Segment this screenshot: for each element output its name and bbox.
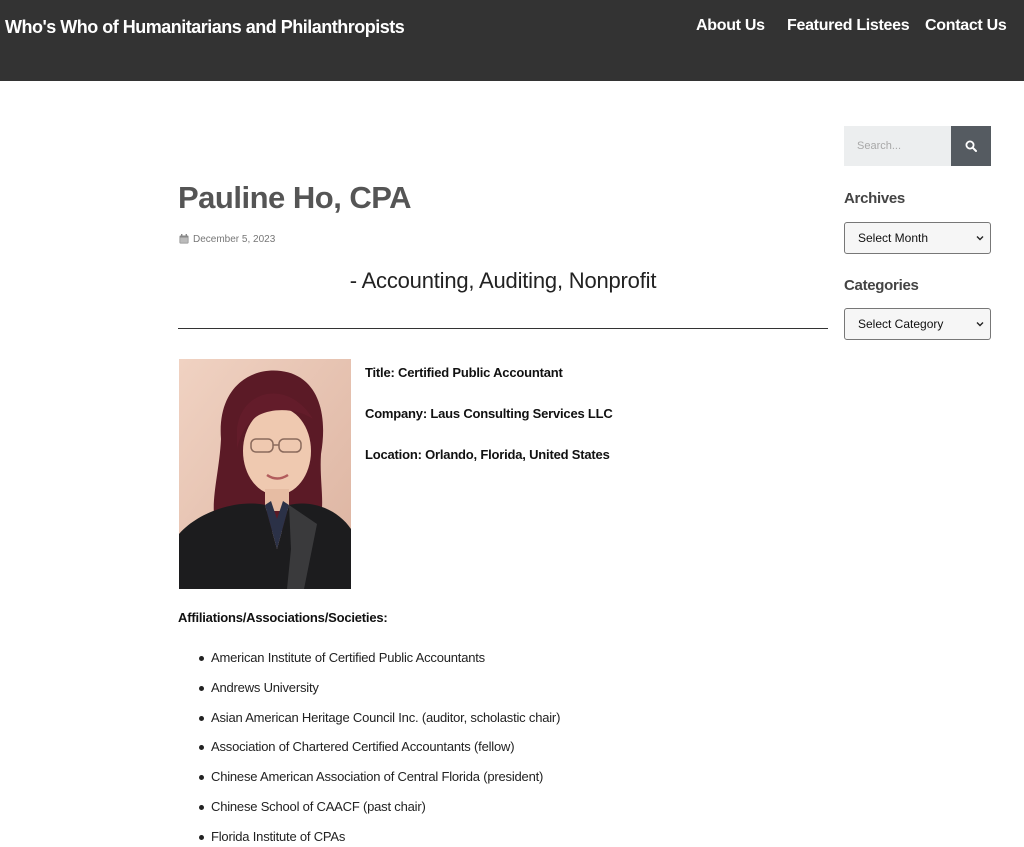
categories-select[interactable]: Select Category xyxy=(844,308,991,340)
affiliations-heading: Affiliations/Associations/Societies: xyxy=(178,610,388,625)
chevron-down-icon xyxy=(976,322,984,327)
archives-select[interactable]: Select Month xyxy=(844,222,991,254)
categories-heading: Categories xyxy=(844,277,919,294)
title-line: Title: Certified Public Accountant xyxy=(365,365,563,380)
chevron-down-icon xyxy=(976,236,984,241)
list-item: Asian American Heritage Council Inc. (au… xyxy=(198,710,560,740)
profile-photo xyxy=(179,359,351,589)
search-button[interactable] xyxy=(951,126,991,166)
nav-about-us[interactable]: About Us xyxy=(696,17,765,35)
archives-heading: Archives xyxy=(844,190,905,207)
list-item: Andrews University xyxy=(198,680,560,710)
company-line: Company: Laus Consulting Services LLC xyxy=(365,406,613,421)
search-input[interactable] xyxy=(844,126,951,166)
list-item: Chinese School of CAACF (past chair) xyxy=(198,799,560,829)
categories-select-value: Select Category xyxy=(858,317,944,331)
post-date: December 5, 2023 xyxy=(179,233,275,245)
affiliations-list: American Institute of Certified Public A… xyxy=(198,650,560,847)
list-item: American Institute of Certified Public A… xyxy=(198,650,560,680)
calendar-icon xyxy=(179,234,189,244)
page-title: Pauline Ho, CPA xyxy=(178,180,412,215)
list-item: Chinese American Association of Central … xyxy=(198,769,560,799)
search-form xyxy=(844,126,991,166)
location-line: Location: Orlando, Florida, United State… xyxy=(365,447,610,462)
post-date-text[interactable]: December 5, 2023 xyxy=(193,234,275,245)
post-subtitle: - Accounting, Auditing, Nonprofit xyxy=(349,268,657,293)
nav-contact-us[interactable]: Contact Us xyxy=(925,17,1007,35)
list-item: Association of Chartered Certified Accou… xyxy=(198,739,560,769)
divider xyxy=(178,328,828,329)
site-header: Who's Who of Humanitarians and Philanthr… xyxy=(0,0,1024,81)
profile-photo-illustration xyxy=(179,359,351,589)
archives-select-value: Select Month xyxy=(858,231,929,245)
list-item: Florida Institute of CPAs xyxy=(198,829,560,847)
search-icon xyxy=(965,140,977,152)
nav-featured-listees[interactable]: Featured Listees xyxy=(787,17,910,35)
site-title[interactable]: Who's Who of Humanitarians and Philanthr… xyxy=(5,17,405,38)
